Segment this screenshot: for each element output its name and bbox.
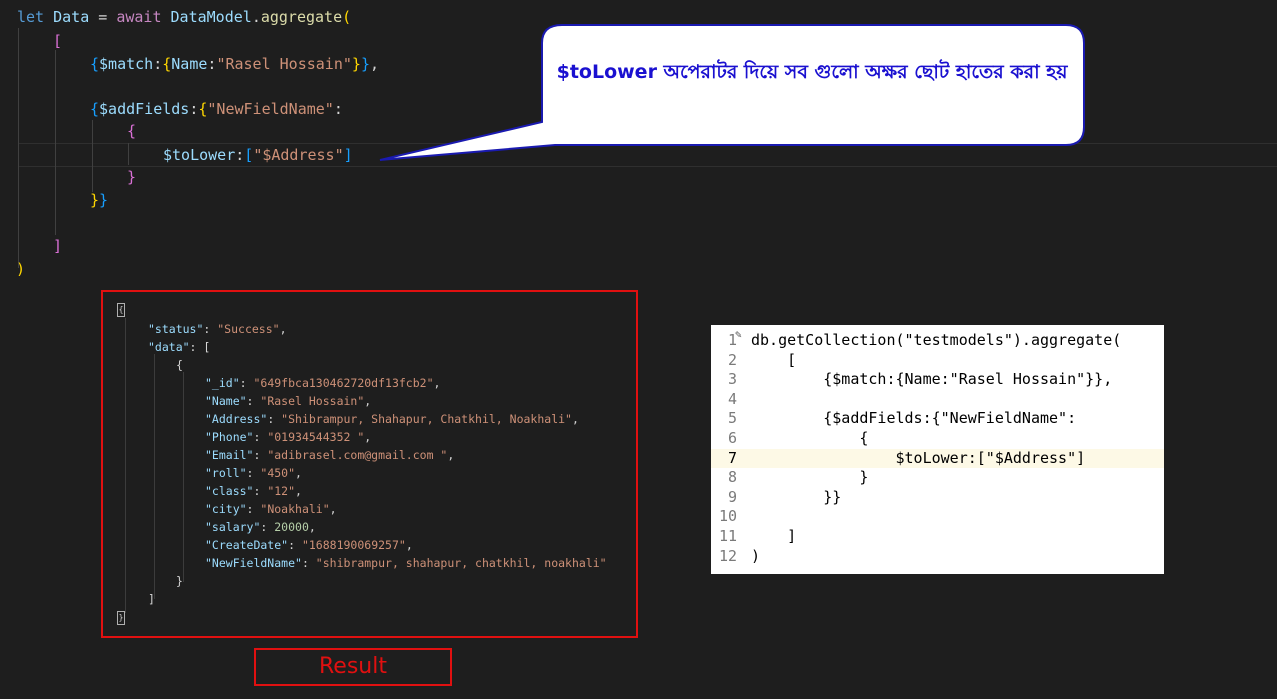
json-field-row: "city": "Noakhali", — [205, 502, 337, 516]
json-field-row: "Phone": "01934544352 ", — [205, 430, 372, 444]
code-line-8: } — [127, 168, 137, 186]
code-editor[interactable]: let Data = await DataModel.aggregate( [ … — [0, 0, 1277, 290]
json-field-row: "CreateDate": "1688190069257", — [205, 538, 413, 552]
indent-guide — [128, 143, 129, 165]
json-open-brace: { — [117, 300, 125, 318]
mongo-code-line: 2 [ — [727, 350, 797, 369]
mongo-code-line: 9 }} — [727, 487, 842, 506]
mongo-code-line: 5 {$addFields:{"NewFieldName": — [727, 409, 1077, 428]
json-array-close: ] — [148, 592, 155, 606]
code-line-12: ) — [16, 260, 26, 278]
result-label: Result — [254, 648, 452, 686]
code-line-9: }} — [90, 191, 109, 209]
mongo-code-line: 10 — [718, 507, 737, 526]
code-line-3: {$match:{Name:"Rasel Hossain"}}, — [90, 55, 379, 73]
json-close-brace: } — [117, 608, 125, 626]
json-field-row: "Name": "Rasel Hossain", — [205, 394, 372, 408]
mongo-query-panel: ✎ 1 db.getCollection("testmodels").aggreg… — [711, 325, 1164, 574]
json-object-close: } — [176, 574, 183, 588]
json-field-row: "Email": "adibrasel.com@gmail.com ", — [205, 448, 455, 462]
code-line-6: { — [127, 122, 137, 140]
json-status: "status": "Success", — [148, 322, 287, 336]
mongo-code-line: 1 db.getCollection("testmodels").aggregat… — [727, 331, 1122, 349]
indent-guide — [92, 120, 93, 192]
indent-guide — [18, 28, 19, 268]
json-field-row: "class": "12", — [205, 484, 302, 498]
json-field-row: "roll": "450", — [205, 466, 302, 480]
json-field-row: "Address": "Shibrampur, Shahapur, Chatkh… — [205, 412, 579, 426]
mongo-code-line: 8 } — [727, 468, 869, 487]
json-field-row: "_id": "649fbca130462720df13fcb2", — [205, 376, 441, 390]
mongo-code-line: 4 — [727, 389, 737, 408]
code-line-1: let Data = await DataModel.aggregate( — [17, 8, 352, 26]
mongo-code-line: 12) — [718, 546, 761, 565]
callout-text: $toLower অপেরাটর দিয়ে সব গুলো অক্ষর ছোট… — [556, 61, 1068, 83]
mongo-code-line: 6 { — [727, 429, 869, 447]
code-line-7: $toLower:["$Address"] — [163, 146, 353, 164]
code-line-5: {$addFields:{"NewFieldName": — [90, 100, 343, 118]
result-json-panel: { "status": "Success", "data": [ { "_id"… — [101, 290, 638, 638]
mongo-code-line: 3 {$match:{Name:"Rasel Hossain"}}, — [727, 370, 1113, 389]
json-data-key: "data": [ — [148, 340, 211, 354]
json-field-row: "NewFieldName": "shibrampur, shahapur, c… — [205, 556, 607, 570]
mongo-code-line: 11 ] — [718, 527, 797, 545]
mongo-code-line: 7 $toLower:["$Address"] — [711, 448, 1164, 469]
json-field-row: "salary": 20000, — [205, 520, 316, 534]
json-object-open: { — [176, 358, 183, 372]
code-line-11: ] — [53, 237, 63, 255]
code-line-2: [ — [53, 32, 63, 50]
indent-guide — [55, 50, 56, 235]
